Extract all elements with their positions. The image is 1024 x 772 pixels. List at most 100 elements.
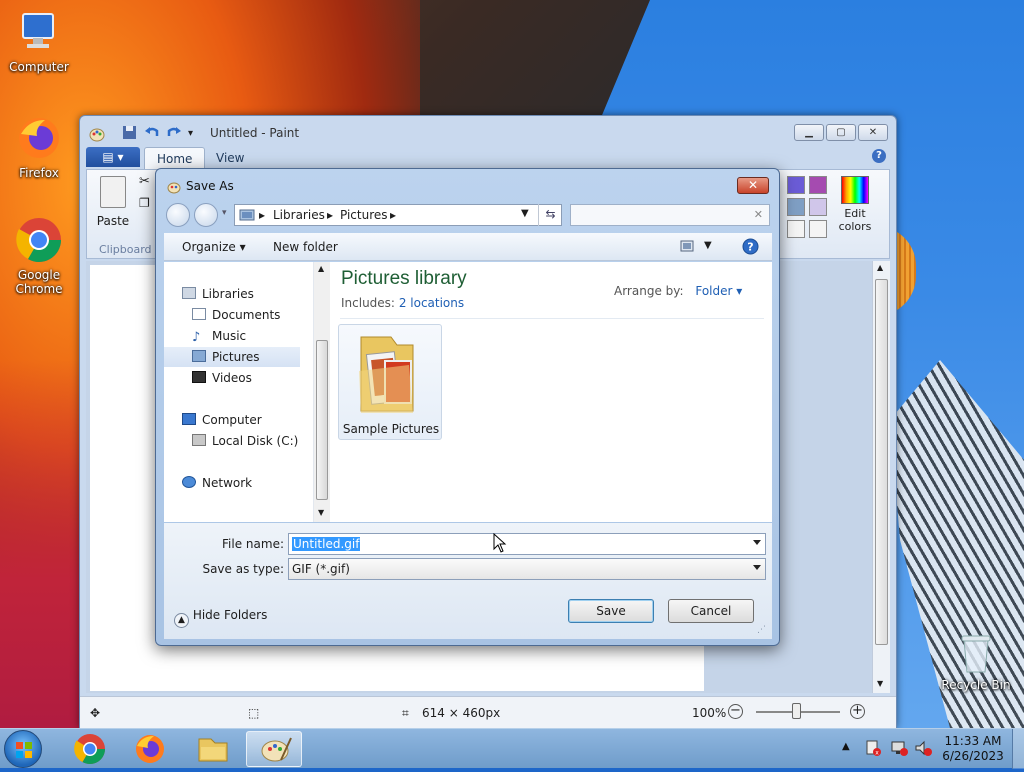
tab-home[interactable]: Home	[144, 147, 206, 169]
dialog-close-button[interactable]: ✕	[737, 177, 769, 194]
nav-item-pictures[interactable]: Pictures	[164, 347, 300, 367]
recent-pages-icon[interactable]: ▾	[222, 208, 227, 218]
nav-item-network[interactable]: Network	[182, 473, 252, 493]
nav-label: Documents	[212, 308, 281, 322]
scrollbar-thumb[interactable]	[316, 340, 328, 500]
network-status-icon[interactable]	[890, 739, 908, 760]
scroll-up-icon[interactable]: ▲	[318, 264, 324, 273]
color-swatch[interactable]	[809, 198, 827, 216]
library-includes: Includes: 2 locations	[341, 296, 464, 310]
nav-item-videos[interactable]: Videos	[192, 368, 252, 388]
scroll-down-icon[interactable]: ▼	[318, 508, 324, 517]
clipboard-group-label: Clipboard	[99, 243, 152, 256]
vertical-scrollbar[interactable]: ▲ ▼	[872, 261, 890, 693]
dialog-title: Save As	[186, 179, 234, 193]
nav-item-computer[interactable]: Computer	[182, 410, 262, 430]
arrange-by-dropdown[interactable]: Folder ▾	[695, 284, 742, 298]
scrollbar-thumb[interactable]	[875, 279, 888, 645]
save-icon[interactable]	[122, 125, 137, 143]
color-swatch[interactable]	[787, 176, 805, 194]
save-button[interactable]: Save	[568, 599, 654, 623]
selection-size-icon: ⬚	[248, 706, 260, 720]
resize-grip-icon[interactable]: ⋰	[757, 625, 766, 635]
desktop-icon-recycle-bin[interactable]: Recycle Bin	[938, 632, 1014, 692]
show-desktop-button[interactable]	[1012, 729, 1024, 769]
system-clock[interactable]: 11:33 AM 6/26/2023	[938, 734, 1008, 764]
save-as-type-select[interactable]: GIF (*.gif)	[288, 558, 766, 580]
customize-quick-access-icon[interactable]: ▾	[188, 128, 193, 139]
nav-label: Network	[202, 476, 253, 490]
nav-item-music[interactable]: ♪ Music	[192, 326, 246, 346]
action-center-icon[interactable]: x	[864, 739, 882, 760]
search-input[interactable]: ✕	[570, 204, 770, 226]
show-hidden-icons-button[interactable]: ▲	[842, 741, 850, 752]
breadcrumb-pictures[interactable]: Pictures	[340, 208, 388, 222]
edit-colors-button[interactable]: Edit colors	[833, 176, 877, 233]
dialog-toolbar: Organize ▾ New folder ▼ ?	[164, 233, 772, 261]
maximize-button[interactable]: ▢	[826, 124, 856, 141]
taskbar-chrome[interactable]	[62, 731, 118, 767]
scroll-down-icon[interactable]: ▼	[877, 679, 883, 688]
paste-button[interactable]: Paste	[93, 176, 133, 228]
taskbar-firefox[interactable]	[122, 731, 178, 767]
refresh-button[interactable]: ⇆	[538, 204, 562, 226]
file-name-dropdown-icon[interactable]	[753, 540, 761, 545]
chrome-icon	[74, 734, 105, 765]
nav-label: Local Disk (C:)	[212, 434, 299, 448]
volume-muted-icon[interactable]	[914, 739, 932, 760]
redo-icon[interactable]	[166, 125, 182, 143]
help-icon[interactable]: ?	[742, 238, 759, 258]
file-name-input[interactable]: Untitled.gif	[288, 533, 766, 555]
hide-folders-button[interactable]: ▲ Hide Folders	[174, 608, 267, 628]
zoom-in-button[interactable]: +	[850, 704, 865, 719]
save-as-type-dropdown-icon[interactable]	[753, 565, 761, 570]
documents-icon	[192, 308, 206, 320]
arrange-by: Arrange by: Folder ▾	[614, 284, 742, 298]
includes-locations-link[interactable]: 2 locations	[399, 296, 464, 310]
taskbar-paint[interactable]	[246, 731, 302, 767]
desktop-icon-computer[interactable]: Computer	[2, 8, 76, 74]
music-icon: ♪	[192, 330, 201, 345]
desktop-icon-chrome[interactable]: Google Chrome	[2, 216, 76, 296]
clear-search-icon[interactable]: ✕	[754, 208, 763, 221]
breadcrumb-libraries[interactable]: Libraries	[273, 208, 325, 222]
color-swatch[interactable]	[787, 198, 805, 216]
local-disk-icon	[192, 434, 206, 446]
nav-item-libraries[interactable]: Libraries	[182, 284, 254, 304]
copy-icon[interactable]: ❐	[139, 196, 150, 210]
zoom-slider-handle[interactable]	[792, 703, 801, 719]
desktop-icon-firefox[interactable]: Firefox	[2, 114, 76, 180]
color-swatch[interactable]	[809, 176, 827, 194]
nav-item-documents[interactable]: Documents	[192, 305, 280, 325]
back-button[interactable]	[166, 203, 190, 227]
close-button[interactable]: ✕	[858, 124, 888, 141]
color-swatch[interactable]	[787, 220, 805, 238]
zoom-out-button[interactable]: −	[728, 704, 743, 719]
address-bar[interactable]: ▸ Libraries ▸ Pictures ▸ ▼	[234, 204, 562, 226]
minimize-button[interactable]: ▁	[794, 124, 824, 141]
navigation-pane-scrollbar[interactable]: ▲ ▼	[314, 262, 330, 522]
view-options-dropdown-icon[interactable]: ▼	[704, 240, 712, 251]
address-dropdown-icon[interactable]: ▼	[521, 208, 529, 219]
undo-icon[interactable]	[144, 125, 160, 143]
nav-item-local-disk[interactable]: Local Disk (C:)	[192, 431, 298, 451]
start-button[interactable]	[4, 730, 42, 768]
windows-logo-icon	[16, 742, 32, 758]
organize-button[interactable]: Organize ▾	[182, 240, 246, 254]
folder-item-sample-pictures[interactable]: Sample Pictures	[338, 324, 442, 440]
taskbar-file-explorer[interactable]	[185, 731, 241, 767]
tab-view[interactable]: View	[204, 147, 256, 169]
change-view-icon[interactable]	[680, 240, 694, 255]
forward-button[interactable]	[194, 203, 218, 227]
folder-icon	[351, 331, 421, 417]
cancel-button[interactable]: Cancel	[668, 599, 754, 623]
scroll-up-icon[interactable]: ▲	[877, 263, 883, 272]
paint-app-icon[interactable]	[88, 125, 106, 146]
cut-icon[interactable]: ✂	[139, 174, 150, 189]
paint-menu-button[interactable]: ▤ ▾	[86, 147, 140, 167]
new-folder-button[interactable]: New folder	[273, 240, 338, 254]
breadcrumb-separator-icon: ▸	[390, 208, 397, 222]
canvas-dimensions: 614 × 460px	[422, 706, 501, 720]
help-icon[interactable]: ?	[872, 149, 886, 163]
color-swatch[interactable]	[809, 220, 827, 238]
